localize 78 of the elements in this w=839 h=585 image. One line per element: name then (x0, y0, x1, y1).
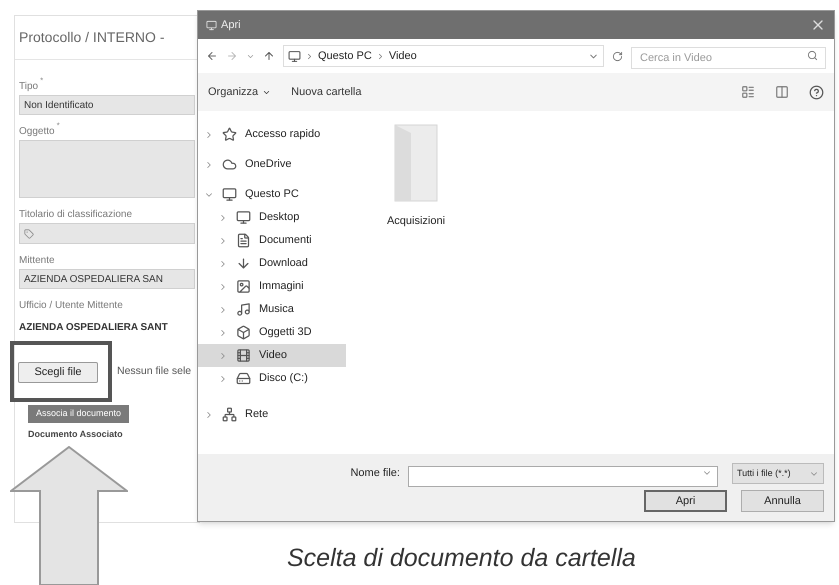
associate-button[interactable]: Associa il documento (28, 405, 130, 423)
tree-item[interactable]: Rete (198, 403, 346, 426)
form-title: Protocollo / INTERNO - (19, 28, 164, 47)
tree-item[interactable]: Musica (198, 298, 346, 321)
star-icon (222, 127, 237, 142)
forward-icon[interactable] (226, 50, 238, 62)
field-label: Oggetto (19, 124, 55, 138)
select-field[interactable]: Non Identificato (19, 95, 195, 115)
monitor-icon (222, 187, 237, 202)
filename-field[interactable] (408, 466, 718, 486)
tree-item[interactable]: Immagini (198, 275, 346, 298)
preview-pane-icon[interactable] (775, 85, 789, 99)
tree-label: Musica (259, 302, 294, 318)
chevron-icon (305, 52, 314, 60)
help-icon[interactable] (809, 84, 824, 100)
file-status: Nessun file sele (117, 364, 192, 380)
app-icon (206, 20, 217, 30)
tree-item[interactable]: Oggetti 3D (198, 321, 346, 344)
tag-field[interactable] (19, 223, 195, 244)
address-bar[interactable]: Questo PC Video (283, 45, 604, 67)
tree-item[interactable]: OneDrive (198, 153, 346, 176)
tree-item[interactable]: Video (198, 344, 346, 367)
music-note-icon (236, 302, 251, 317)
choose-file-button[interactable]: Scegli file (18, 362, 98, 382)
field-value: AZIENDA OSPEDALIERA SANT (19, 321, 169, 335)
required-mark: * (56, 122, 60, 130)
view-icon[interactable] (741, 85, 755, 99)
dialog-title: Apri (221, 18, 241, 33)
tree-label: Disco (C:) (259, 371, 308, 386)
field-label: Titolario di classificazione (19, 208, 132, 222)
breadcrumb-item[interactable]: Video (388, 48, 417, 64)
network-icon (222, 407, 237, 422)
tree-label: Desktop (259, 210, 300, 226)
field-label: Mittente (19, 254, 55, 268)
breadcrumb-item[interactable]: Questo PC (318, 48, 372, 64)
search-icon[interactable] (807, 50, 818, 61)
cube-icon (236, 325, 251, 340)
tree-label: Rete (245, 407, 268, 422)
tree-item[interactable]: Download (198, 252, 346, 275)
tree-label: Documenti (259, 233, 312, 248)
up-icon[interactable] (263, 50, 275, 62)
tree-label: Accesso rapido (245, 127, 320, 142)
dialog-button[interactable]: Annulla (741, 490, 824, 512)
tree-label: Video (259, 348, 287, 364)
new-folder-button[interactable]: Nuova cartella (291, 84, 362, 100)
tree-label: Download (259, 256, 308, 272)
filename-label: Nome file: (350, 466, 400, 482)
field-label: Ufficio / Utente Mittente (19, 298, 123, 312)
organize-menu-button[interactable]: Organizza (208, 84, 272, 100)
tag-icon (24, 228, 34, 238)
cloud-icon (222, 157, 237, 172)
tree-item[interactable]: Accesso rapido (198, 123, 346, 146)
document-icon (236, 233, 251, 248)
back-icon[interactable] (206, 50, 218, 62)
image-icon (236, 279, 251, 294)
field-label: Tipo (19, 80, 38, 94)
tree-label: OneDrive (245, 157, 292, 172)
tree-label: Oggetti 3D (259, 325, 312, 340)
download-icon (236, 256, 251, 271)
file-type-select[interactable]: Tutti i file (*.*) (732, 463, 824, 484)
caption: Scelta di documento da cartella (287, 543, 636, 574)
folder-item[interactable]: Acquisizioni (376, 123, 456, 454)
dialog-button[interactable]: Apri (644, 490, 727, 512)
monitor-icon (288, 50, 301, 62)
required-mark: * (40, 77, 44, 85)
tree-item[interactable]: Disco (C:) (198, 367, 346, 390)
tree-item[interactable]: Desktop (198, 206, 346, 229)
tree-label: Questo PC (245, 187, 299, 202)
film-icon (236, 348, 251, 363)
tree-label: Immagini (259, 279, 304, 294)
monitor-icon (236, 210, 251, 225)
folder-name: Acquisizioni (386, 214, 446, 229)
select-field[interactable]: AZIENDA OSPEDALIERA SAN (19, 269, 195, 289)
tree-item[interactable]: Questo PC (198, 183, 346, 206)
associated-document-label: Documento Associato (28, 428, 124, 441)
refresh-icon[interactable] (612, 50, 623, 62)
search-field[interactable]: Cerca in Video (631, 47, 826, 69)
tree-item[interactable]: Documenti (198, 229, 346, 252)
